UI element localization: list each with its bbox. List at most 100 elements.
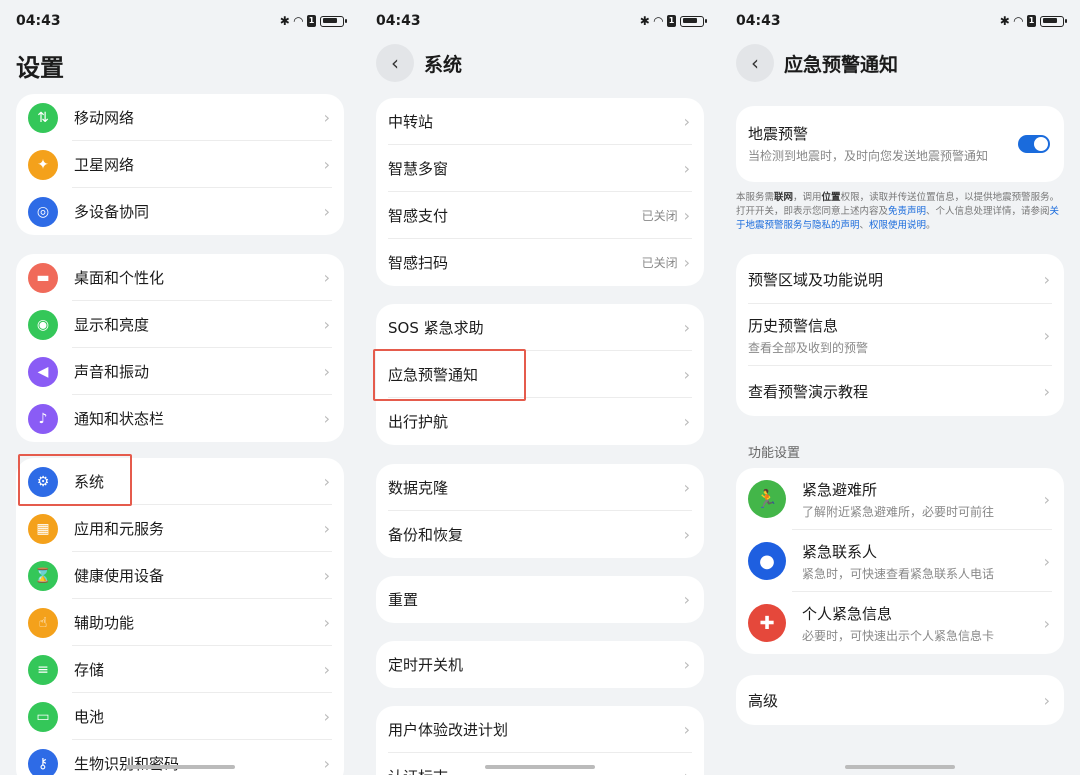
- chevron-right-icon: ›: [323, 155, 330, 174]
- chevron-right-icon: ›: [323, 707, 330, 726]
- settings-item-label: 健康使用设备: [74, 567, 165, 585]
- list-item[interactable]: 用户体验改进计划 ›: [376, 706, 704, 753]
- hourglass-icon: ⌛: [28, 560, 58, 591]
- chevron-right-icon: ›: [683, 525, 690, 544]
- list-item[interactable]: 高级 ›: [736, 675, 1064, 725]
- chevron-right-icon: ›: [1043, 551, 1050, 571]
- chevron-right-icon: ›: [683, 655, 690, 674]
- list-item[interactable]: 智慧多窗 ›: [376, 145, 704, 192]
- list-item[interactable]: SOS 紧急求助 ›: [376, 304, 704, 351]
- list-item-label: 历史预警信息: [748, 316, 839, 335]
- settings-item[interactable]: ♪ 通知和状态栏 ›: [16, 395, 344, 442]
- permission-usage-link[interactable]: 权限使用说明: [869, 220, 926, 231]
- storage-icon: ≡: [28, 654, 58, 685]
- list-item[interactable]: 出行护航 ›: [376, 398, 704, 445]
- chevron-right-icon: ›: [683, 478, 690, 497]
- list-item-label: 紧急联系人: [802, 542, 878, 561]
- multi-device-icon: ◎: [28, 196, 58, 227]
- chevron-right-icon: ›: [683, 720, 690, 739]
- chevron-right-icon: ›: [683, 365, 690, 384]
- home-indicator[interactable]: [845, 765, 955, 769]
- settings-item-label: 显示和亮度: [74, 316, 150, 334]
- settings-item-label: 辅助功能: [74, 614, 135, 632]
- alert-info-group: 预警区域及功能说明 › 历史预警信息 查看全部及收到的预警 › 查看预警演示教程 ›: [736, 254, 1064, 416]
- list-item[interactable]: ● 紧急联系人 紧急时，可快速查看紧急联系人电话 ›: [736, 530, 1064, 592]
- wifi-icon: ◠: [653, 14, 663, 28]
- medical-cross-icon: ✚: [748, 604, 786, 642]
- list-item-label: 紧急避难所: [802, 480, 878, 499]
- list-item-label: 备份和恢复: [388, 526, 464, 544]
- list-item-label: 应急预警通知: [388, 366, 479, 384]
- settings-item-label: 卫星网络: [74, 156, 135, 174]
- advanced-group: 高级 ›: [736, 675, 1064, 725]
- chevron-right-icon: ›: [323, 519, 330, 538]
- notice-bold: 位置: [821, 192, 841, 203]
- status-bar: 04:43 ✱ ◠ 1: [16, 10, 347, 32]
- settings-item[interactable]: ✦ 卫星网络 ›: [16, 141, 344, 188]
- settings-item[interactable]: ⇅ 移动网络 ›: [16, 94, 344, 141]
- paint-brush-icon: ▬: [28, 262, 58, 293]
- settings-item[interactable]: ▭ 电池 ›: [16, 693, 344, 740]
- list-item[interactable]: 预警区域及功能说明 ›: [736, 254, 1064, 304]
- settings-item-label: 系统: [74, 473, 105, 491]
- settings-item[interactable]: ☝ 辅助功能 ›: [16, 599, 344, 646]
- back-button[interactable]: ‹: [736, 44, 774, 82]
- settings-item[interactable]: ⚷ 生物识别和密码 ›: [16, 740, 344, 775]
- settings-item-label: 应用和元服务: [74, 520, 165, 538]
- settings-item[interactable]: ◉ 显示和亮度 ›: [16, 301, 344, 348]
- list-item[interactable]: ✚ 个人紧急信息 必要时，可快速出示个人紧急信息卡 ›: [736, 592, 1064, 654]
- list-item[interactable]: 中转站 ›: [376, 98, 704, 145]
- list-item-label: 用户体验改进计划: [388, 721, 509, 739]
- settings-item[interactable]: ⌛ 健康使用设备 ›: [16, 552, 344, 599]
- chevron-right-icon: ›: [683, 412, 690, 431]
- list-item[interactable]: 定时开关机 ›: [376, 641, 704, 688]
- eye-icon: ◉: [28, 309, 58, 340]
- home-indicator[interactable]: [125, 765, 235, 769]
- function-settings-group: 🏃 紧急避难所 了解附近紧急避难所，必要时可前往 › ● 紧急联系人 紧急时，可快速查看紧急…: [736, 468, 1064, 654]
- hand-icon: ☝: [28, 607, 58, 638]
- settings-item[interactable]: ◀ 声音和振动 ›: [16, 348, 344, 395]
- earthquake-alert-row[interactable]: 地震预警 当检测到地震时，及时向您发送地震预警通知: [736, 106, 1064, 182]
- earthquake-alert-toggle[interactable]: [1018, 135, 1050, 153]
- chevron-right-icon: ›: [1043, 613, 1050, 633]
- list-item[interactable]: 智感扫码 已关闭 ›: [376, 239, 704, 286]
- chevron-right-icon: ›: [323, 268, 330, 287]
- sim-icon: 1: [1027, 15, 1036, 27]
- privacy-notice: 本服务需联网，调用位置权限，读取并传送位置信息，以提供地震预警服务。打开开关，即…: [736, 191, 1066, 233]
- system-panel: 04:43 ✱ ◠ 1 ‹ 系统 中转站 › 智慧多窗 › 智感支付 已关闭 › 智感扫码 已关…: [360, 0, 720, 775]
- mobile-data-icon: ⇅: [28, 102, 58, 133]
- bell-icon: ♪: [28, 403, 58, 434]
- list-item[interactable]: 历史预警信息 查看全部及收到的预警 ›: [736, 304, 1064, 366]
- back-button[interactable]: ‹: [376, 44, 414, 82]
- list-item[interactable]: 数据克隆 ›: [376, 464, 704, 511]
- battery-status-icon: [320, 15, 347, 27]
- bluetooth-icon: ✱: [639, 14, 650, 28]
- settings-item[interactable]: ▦ 应用和元服务 ›: [16, 505, 344, 552]
- status-bar: 04:43 ✱ ◠ 1: [736, 10, 1067, 32]
- settings-item[interactable]: ▬ 桌面和个性化 ›: [16, 254, 344, 301]
- nav-bar: ‹ 系统: [376, 44, 462, 82]
- home-indicator[interactable]: [485, 765, 595, 769]
- section-label: 功能设置: [748, 446, 801, 461]
- list-item[interactable]: 备份和恢复 ›: [376, 511, 704, 558]
- system-group-5: 定时开关机 ›: [376, 641, 704, 688]
- chevron-right-icon: ›: [323, 409, 330, 428]
- disclaimer-link[interactable]: 免责声明: [888, 206, 926, 217]
- list-item[interactable]: 重置 ›: [376, 576, 704, 623]
- settings-item[interactable]: ≡ 存储 ›: [16, 646, 344, 693]
- wifi-icon: ◠: [1013, 14, 1023, 28]
- list-item[interactable]: 认证标志›: [376, 753, 704, 775]
- list-item[interactable]: 查看预警演示教程 ›: [736, 366, 1064, 416]
- list-item-subtitle: 了解附近紧急避难所，必要时可前往: [802, 504, 995, 519]
- list-item[interactable]: 智感支付 已关闭 ›: [376, 192, 704, 239]
- status-bar: 04:43 ✱ ◠ 1: [376, 10, 707, 32]
- settings-item[interactable]: ⚙ 系统 ›: [16, 458, 344, 505]
- settings-item[interactable]: ◎ 多设备协同 ›: [16, 188, 344, 235]
- settings-item-label: 存储: [74, 661, 105, 679]
- list-item[interactable]: 🏃 紧急避难所 了解附近紧急避难所，必要时可前往 ›: [736, 468, 1064, 530]
- notice-text: 、个人信息处理详情，请参阅: [926, 206, 1050, 217]
- list-item[interactable]: 应急预警通知 ›: [376, 351, 704, 398]
- status-time: 04:43: [736, 13, 781, 29]
- settings-group-display: ▬ 桌面和个性化 › ◉ 显示和亮度 › ◀ 声音和振动 › ♪ 通知和状态栏 ›: [16, 254, 344, 442]
- list-item-label: 智感支付: [388, 207, 449, 225]
